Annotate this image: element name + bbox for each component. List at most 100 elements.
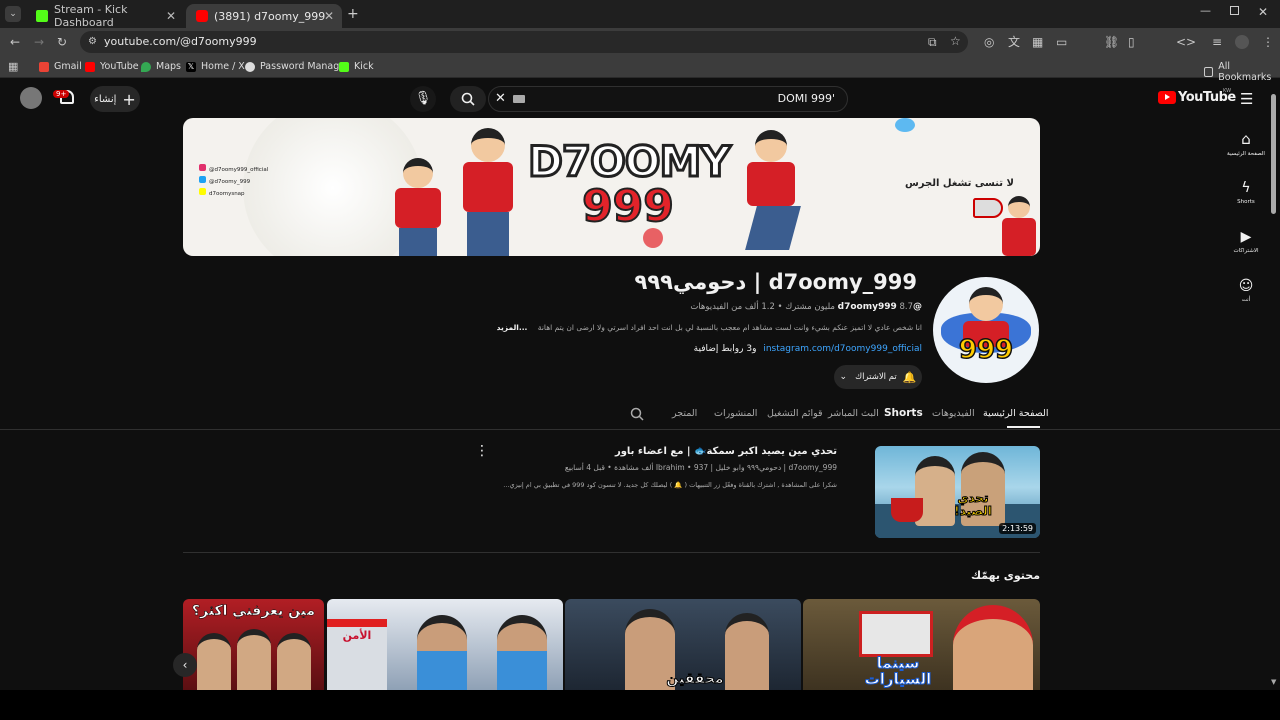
channel-avatar[interactable]: 999 [933,277,1039,383]
bell-icon: 🔔 [902,370,917,384]
video-card[interactable]: محققين [565,599,801,690]
channel-meta: @d7oomy999 8.7 مليون مشترك • 1.2 ألف من … [690,302,922,312]
browser-tab-youtube[interactable]: (3891) d7oomy_999 | دحومي٩٩٩ ✕ [186,4,342,28]
video-card[interactable]: مين يعرفني اكثر؟ [183,599,324,690]
sidepanel-icon[interactable]: ▯ [1128,36,1135,48]
tab-shorts[interactable]: Shorts [884,407,923,419]
bookmark-youtube[interactable]: YouTube [85,61,139,72]
card-title-text: سينما السيارات [864,654,932,688]
address-bar[interactable]: ⚙ youtube.com/@d7oomy999 ⧉ ☆ [80,31,968,53]
forward-icon[interactable]: → [34,36,44,48]
guide-menu-icon[interactable]: ☰ [1240,90,1253,108]
voice-search-button[interactable]: 🎙 [410,86,436,112]
code-icon[interactable]: <> [1176,36,1196,48]
channel-description-text: انا شخص عادي لا اتميز عنكم بشيء وانت لست… [537,323,922,332]
apps-grid-icon[interactable]: ▦ [8,61,18,73]
tab-search-button[interactable]: ⌄ [5,6,21,22]
sidebar-item-home[interactable]: ⌂ الصفحة الرئيسية [1222,130,1270,157]
banner-character-left [383,158,453,256]
tab-live[interactable]: البث المباشر [828,408,879,419]
keyboard-icon[interactable] [513,95,525,103]
new-tab-button[interactable]: + [347,6,359,22]
restore-icon[interactable] [1230,6,1239,15]
bookmark-kick[interactable]: Kick [339,61,374,72]
twitter-icon [199,176,206,183]
region-code: KW [1223,88,1232,94]
tab-store[interactable]: المتجر [672,408,697,419]
extension-icon[interactable]: ◎ [984,36,994,48]
tab-playlists[interactable]: قوائم التشغيل [767,408,823,419]
create-button[interactable]: إنشاء + [90,86,140,112]
channel-description[interactable]: انا شخص عادي لا اتميز عنكم بشيء وانت لست… [497,323,922,332]
menu-lines-icon[interactable]: ≡ [1212,36,1222,48]
snapchat-icon [199,188,206,195]
install-app-icon[interactable]: ⧉ [928,36,937,48]
carousel-prev-button[interactable]: ‹ [173,653,197,677]
search-input[interactable]: ✕ DOMI 999' [488,86,848,112]
video-card[interactable]: سينما السيارات [803,599,1040,690]
chevron-down-icon: ⌄ [839,372,848,382]
more-actions-icon[interactable]: ⋮ [475,443,489,459]
tab-posts[interactable]: المنشورات [714,408,757,419]
more-links[interactable]: و3 روابط إضافية [694,344,757,354]
tab-videos[interactable]: الفيديوهات [932,408,975,419]
youtube-icon [85,61,95,72]
close-window-icon[interactable]: ✕ [1258,5,1268,19]
clear-search-icon[interactable]: ✕ [495,91,506,106]
profile-avatar[interactable] [1235,35,1249,49]
featured-video-title[interactable]: تحدي مين يصيد اكبر سمكة🐟 | مع اعضاء باور [615,446,837,457]
channel-link-instagram[interactable]: instagram.com/d7oomy999_official [763,344,922,354]
sidebar-item-subscriptions[interactable]: ▶ الاشتراكات [1222,229,1270,254]
avatar-face [969,287,1003,321]
back-icon[interactable]: ← [10,36,20,48]
bookmark-password-manager[interactable]: Password Manager [245,61,349,72]
tab-home[interactable]: الصفحة الرئيسية [983,408,1049,419]
you-icon: ☺ [1238,278,1254,294]
x-logo-icon: 𝕏 [186,61,196,72]
reload-icon[interactable]: ↻ [57,36,67,48]
sidebar-item-label: الاشتراكات [1233,248,1259,254]
site-info-icon[interactable]: ⚙ [88,36,97,48]
card-title-text: مين يعرفني اكثر؟ [191,603,316,620]
banner-splash-red [643,228,663,248]
sidebar-item-you[interactable]: ☺ أنت [1222,278,1270,303]
bookmark-star-icon[interactable]: ☆ [950,35,961,47]
search-query: DOMI 999' [777,92,835,105]
cast-icon[interactable]: ▭ [1056,36,1067,48]
scroll-down-icon[interactable]: ▼ [1271,678,1276,686]
bookmark-maps[interactable]: Maps [141,61,181,72]
featured-video-thumbnail[interactable]: تحدي الصيد! 2:13:59 [875,446,1040,538]
close-tab-icon[interactable]: ✕ [324,9,334,23]
section-divider [183,552,1040,553]
banner-character-far-right [998,196,1038,256]
extension-icon[interactable]: ▦ [1032,36,1043,48]
card-person [953,605,1033,690]
search-button[interactable] [450,86,486,112]
bookmark-gmail[interactable]: Gmail [39,61,82,72]
channel-banner: @d7oomy999_official @d7oomy_999 d7oomysn… [183,118,1040,256]
account-avatar[interactable] [20,87,42,109]
bookmark-x[interactable]: 𝕏 Home / X [186,61,245,72]
tab-title: Stream - Kick Dashboard [54,3,128,29]
bookmark-label: Home / X [201,61,245,72]
video-card[interactable]: الأمن [327,599,563,690]
gmail-icon [39,61,49,72]
minimize-icon[interactable]: — [1200,4,1211,17]
more-vertical-icon[interactable]: ⋮ [1262,36,1274,48]
link-icon[interactable]: ⛓ [1104,36,1119,48]
banner-social-snapchat: d7oomysnap [209,191,245,197]
channel-search-icon[interactable] [630,407,644,421]
translate-icon[interactable]: 文 [1008,36,1020,48]
thumb-bucket [891,498,923,522]
home-icon: ⌂ [1241,130,1251,148]
bookmarks-bar: ▦ Gmail YouTube Maps 𝕏 Home / X Password … [0,56,1280,83]
browser-tab-kick[interactable]: Stream - Kick Dashboard ✕ [26,3,184,29]
close-tab-icon[interactable]: ✕ [166,9,176,23]
youtube-play-icon [1158,91,1176,104]
sidebar-item-shorts[interactable]: ϟ Shorts [1222,180,1270,205]
subscribed-button[interactable]: ⌄ تم الاشتراك 🔔 [834,365,922,389]
description-more-link[interactable]: ...المزيد [497,323,528,332]
page-scrollbar[interactable] [1271,94,1276,214]
card-title-text: الأمن [342,629,372,642]
channel-name: دحومي٩٩٩ | d7oomy_999 [634,270,917,294]
